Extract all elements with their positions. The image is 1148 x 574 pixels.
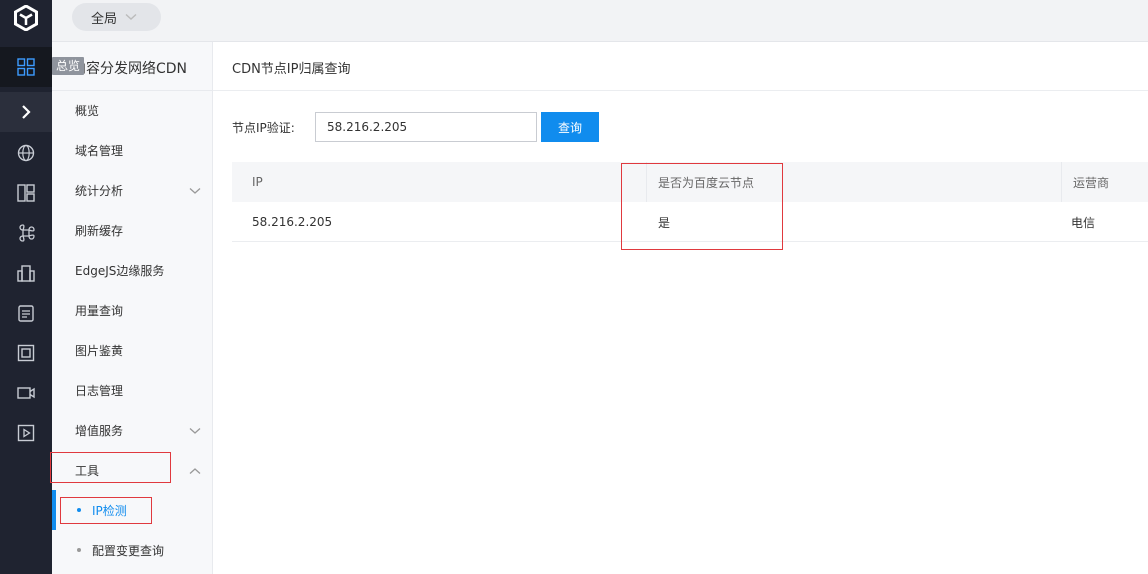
sidebar-item-refresh-cache[interactable]: 刷新缓存	[52, 210, 212, 250]
rail-tooltip: 总览	[52, 57, 84, 75]
cell-ip: 58.216.2.205	[252, 215, 333, 229]
column-header-ip: IP	[252, 175, 263, 189]
sidebar-item-logs[interactable]: 日志管理	[52, 370, 212, 410]
chevron-down-icon	[125, 10, 137, 25]
sidebar-item-label: 用量查询	[75, 303, 124, 318]
query-label: 节点IP验证:	[232, 121, 295, 135]
sidebar-item-overview[interactable]: 概览	[52, 90, 212, 130]
chevron-up-icon	[189, 464, 201, 478]
sidebar-item-label: 日志管理	[75, 383, 124, 398]
chevron-down-icon	[189, 424, 201, 438]
layout-icon[interactable]	[0, 173, 52, 213]
sidebar-subitem-config-change[interactable]: 配置变更查询	[52, 530, 212, 570]
title-divider	[213, 90, 1148, 91]
globe-icon[interactable]	[0, 133, 52, 173]
list-icon[interactable]	[0, 293, 52, 333]
main-content: CDN节点IP归属查询 节点IP验证: 查询 IP 是否为百度云节点 运营商 5…	[213, 42, 1148, 574]
sidebar-item-label: 概览	[75, 103, 100, 118]
sidebar-item-label: 图片鉴黄	[75, 343, 124, 358]
sidebar-subitem-label: 配置变更查询	[92, 543, 165, 558]
building-icon[interactable]	[0, 253, 52, 293]
scope-selector[interactable]: 全局	[72, 3, 161, 31]
sidebar-item-label: 增值服务	[75, 423, 124, 438]
sidebar-item-label: EdgeJS边缘服务	[75, 263, 165, 278]
top-bar: 全局	[52, 0, 1148, 42]
dashboard-icon[interactable]	[0, 47, 52, 87]
frame-icon[interactable]	[0, 333, 52, 373]
sidebar-item-edgejs[interactable]: EdgeJS边缘服务	[52, 250, 212, 290]
query-button[interactable]: 查询	[541, 112, 599, 142]
column-header-isp: 运营商	[1073, 175, 1110, 190]
icon-rail	[0, 0, 52, 574]
sidebar-item-label: 域名管理	[75, 143, 124, 158]
sidebar-item-label: 统计分析	[75, 183, 124, 198]
camera-icon[interactable]	[0, 373, 52, 413]
sidebar-item-image-moderation[interactable]: 图片鉴黄	[52, 330, 212, 370]
annotation-box-ip-check	[60, 497, 152, 524]
annotation-box-result	[621, 163, 783, 250]
product-title: 内容分发网络CDN	[72, 61, 188, 77]
sidebar-item-statistics[interactable]: 统计分析	[52, 170, 212, 210]
ip-input[interactable]	[315, 112, 537, 142]
cell-isp: 电信	[1071, 215, 1096, 230]
column-divider	[1061, 162, 1062, 202]
bullet-dot	[77, 548, 81, 552]
play-icon[interactable]	[0, 413, 52, 453]
sidebar-item-usage[interactable]: 用量查询	[52, 290, 212, 330]
chevron-down-icon	[189, 184, 201, 198]
expand-icon[interactable]	[0, 92, 52, 132]
sidebar-item-domains[interactable]: 域名管理	[52, 130, 212, 170]
sidebar-item-value-added[interactable]: 增值服务	[52, 410, 212, 450]
page-title: CDN节点IP归属查询	[232, 62, 351, 77]
annotation-box-tools	[50, 452, 171, 483]
sidebar-item-label: 刷新缓存	[75, 223, 124, 238]
scope-label: 全局	[91, 11, 118, 27]
logo-icon[interactable]	[0, 0, 52, 36]
product-sidebar: 内容分发网络CDN 总览 概览 域名管理 统计分析 刷新缓存 EdgeJS边缘服…	[52, 42, 213, 574]
command-icon[interactable]	[0, 213, 52, 253]
